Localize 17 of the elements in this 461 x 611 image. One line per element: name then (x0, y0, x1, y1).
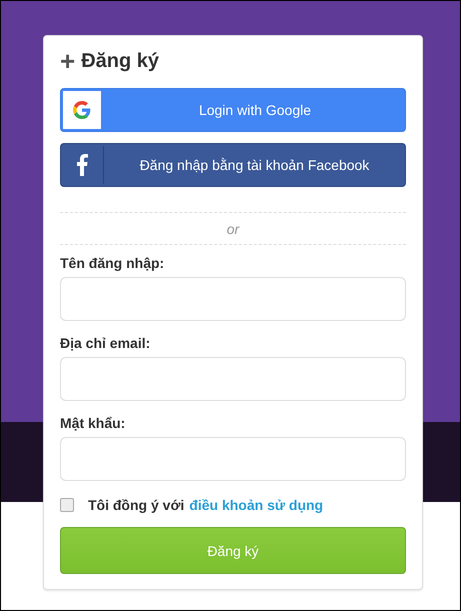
or-separator: or (226, 220, 240, 236)
field-label: Mật khẩu: (60, 415, 126, 431)
facebook-logo-icon (76, 154, 88, 176)
plus-icon: + (60, 48, 76, 74)
input-field[interactable] (60, 357, 406, 401)
google-login-button[interactable]: Login with Google (60, 88, 406, 132)
field-label: Tên đăng nhập: (60, 255, 164, 271)
signup-button[interactable]: Đăng ký (60, 527, 406, 574)
facebook-login-button[interactable]: Đăng nhập bằng tài khoản Facebook (60, 143, 406, 187)
input-field[interactable] (60, 437, 406, 481)
field-label: Địa chỉ email: (60, 335, 150, 351)
terms-text: Tôi đồng ý với (88, 497, 184, 513)
checkbox[interactable] (60, 498, 74, 512)
input-field[interactable] (60, 277, 406, 321)
terms-link[interactable]: điều khoản sử dụng (189, 497, 324, 513)
google-logo-icon (73, 101, 91, 119)
card-title: Đăng ký (81, 50, 159, 72)
